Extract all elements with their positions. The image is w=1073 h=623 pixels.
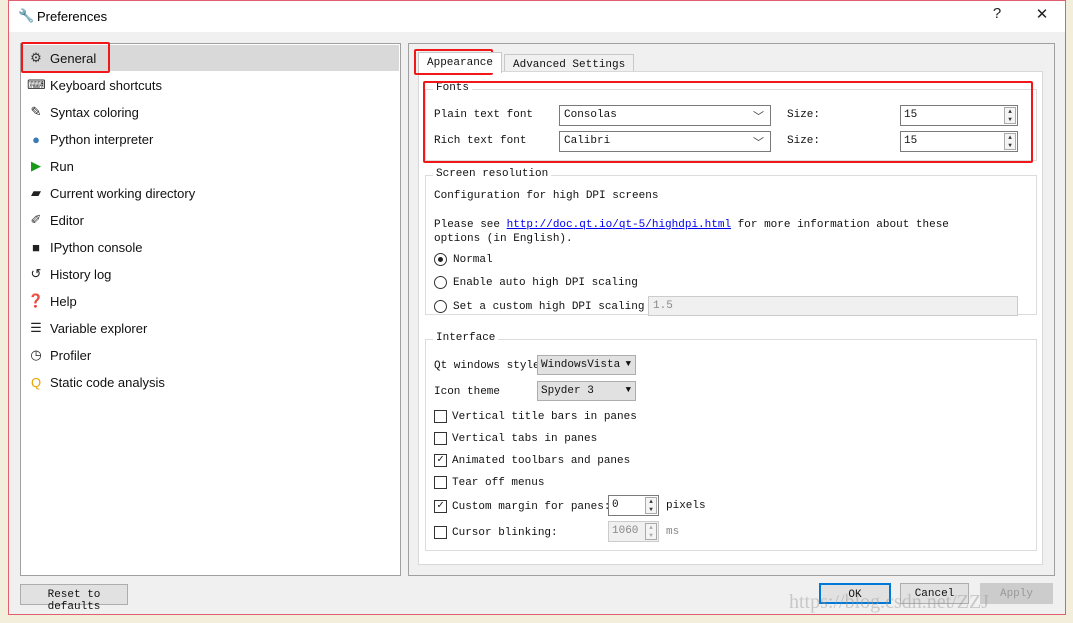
sidebar-item-label: Run bbox=[50, 158, 74, 174]
sidebar-item-run[interactable]: ▶ Run bbox=[22, 153, 399, 179]
folder-open-icon: ▰ bbox=[31, 185, 41, 200]
checkbox-animated-toolbars-and-panes[interactable]: ✓ bbox=[434, 454, 447, 467]
custom-dpi-input[interactable]: 1.5 bbox=[648, 296, 1018, 316]
qt-style-label: Qt windows style bbox=[434, 360, 540, 372]
help-icon: ❓ bbox=[27, 293, 45, 308]
sidebar-item-label: Variable explorer bbox=[50, 320, 148, 336]
radio-normal-label: Normal bbox=[453, 254, 493, 266]
sidebar-item-label: Keyboard shortcuts bbox=[50, 77, 163, 93]
sidebar-item-history-log[interactable]: ↺ History log bbox=[22, 261, 399, 287]
title-bar: 🔧 Preferences ? ✕ bbox=[9, 1, 1065, 32]
checkbox-label: Custom margin for panes: bbox=[452, 501, 611, 513]
apply-button[interactable]: Apply bbox=[980, 583, 1053, 604]
margin-value: 0 bbox=[612, 499, 619, 511]
sidebar-item-keyboard-shortcuts[interactable]: ⌨ Keyboard shortcuts bbox=[22, 72, 399, 98]
sidebar-item-ipython-console[interactable]: ■ IPython console bbox=[22, 234, 399, 260]
window-title: Preferences bbox=[37, 9, 108, 24]
screen-resolution-group: Screen resolution Configuration for high… bbox=[425, 168, 1037, 316]
checkbox-vertical-title-bars-in-panes[interactable] bbox=[434, 410, 447, 423]
sidebar-item-label: Current working directory bbox=[50, 185, 196, 201]
sidebar-item-static-code-analysis[interactable]: Q Static code analysis bbox=[22, 369, 399, 395]
sidebar: ⚙ General ⌨ Keyboard shortcuts ✎ Syntax color… bbox=[20, 43, 401, 576]
ipython-icon: ■ bbox=[32, 239, 40, 255]
help-button[interactable]: ? bbox=[982, 5, 1012, 22]
radio-auto-dpi-label: Enable auto high DPI scaling bbox=[453, 277, 638, 289]
sidebar-item-variable-explorer[interactable]: ☰ Variable explorer bbox=[22, 315, 399, 341]
sidebar-item-label: Help bbox=[50, 293, 77, 309]
dpi-info-text: Please see http://doc.qt.io/qt-5/highdpi… bbox=[434, 218, 994, 246]
checkbox-label: Tear off menus bbox=[452, 477, 545, 489]
sidebar-item-help[interactable]: ❓ Help bbox=[22, 288, 399, 314]
watermark: https://blog.csdn.net/ZZJ bbox=[789, 591, 989, 613]
sidebar-item-editor[interactable]: ✐ Editor bbox=[22, 207, 399, 233]
highlight-box bbox=[423, 81, 1033, 163]
play-icon: ▶ bbox=[31, 158, 41, 173]
blink-spinbox[interactable]: 1060 ▲ ▼ bbox=[608, 521, 659, 542]
sidebar-item-label: History log bbox=[50, 266, 112, 282]
code-analysis-icon: Q bbox=[30, 374, 42, 390]
icon-theme-combo[interactable]: Spyder 3 ▼ bbox=[537, 381, 636, 401]
checkbox-custom-margin-for-panes[interactable]: ✓ bbox=[434, 500, 447, 513]
sidebar-item-label: Editor bbox=[50, 212, 84, 228]
sidebar-item-python-interpreter[interactable]: ● Python interpreter bbox=[22, 126, 399, 152]
checkbox-label: Vertical tabs in panes bbox=[452, 433, 598, 445]
sidebar-item-label: Profiler bbox=[50, 347, 92, 363]
checkbox-tear-off-menus[interactable] bbox=[434, 476, 447, 489]
close-button[interactable]: ✕ bbox=[1027, 5, 1057, 23]
radio-custom-dpi-label: Set a custom high DPI scaling bbox=[453, 301, 645, 313]
margin-spinbox[interactable]: 0 ▲ ▼ bbox=[608, 495, 659, 516]
wrench-icon: 🔧 bbox=[18, 8, 35, 23]
dpi-config-text: Configuration for high DPI screens bbox=[434, 190, 659, 202]
sidebar-item-syntax-coloring[interactable]: ✎ Syntax coloring bbox=[22, 99, 399, 125]
reset-defaults-button[interactable]: Reset to defaults bbox=[20, 584, 128, 613]
caret-down-icon: ▼ bbox=[625, 359, 631, 369]
eyedropper-icon: ✎ bbox=[30, 104, 42, 119]
interface-group: Interface Qt windows style WindowsVista ▼… bbox=[425, 332, 1037, 551]
icon-theme-value: Spyder 3 bbox=[541, 385, 594, 397]
qt-style-combo[interactable]: WindowsVista ▼ bbox=[537, 355, 636, 375]
sidebar-item-label: Python interpreter bbox=[50, 131, 154, 147]
caret-down-icon: ▼ bbox=[625, 385, 631, 395]
blink-unit: ms bbox=[666, 526, 680, 538]
sidebar-item-profiler[interactable]: ◷ Profiler bbox=[22, 342, 399, 368]
sidebar-item-current-working-directory[interactable]: ▰ Current working directory bbox=[22, 180, 399, 206]
qt-style-value: WindowsVista bbox=[541, 359, 621, 371]
tab-appearance[interactable]: Appearance bbox=[418, 52, 503, 73]
keyboard-icon: ⌨ bbox=[27, 77, 46, 92]
sidebar-item-label: Static code analysis bbox=[50, 374, 165, 390]
info-prefix: Please see bbox=[434, 219, 507, 231]
edit-icon: ✐ bbox=[30, 212, 42, 227]
radio-custom-dpi[interactable] bbox=[434, 300, 447, 313]
checkbox-label: Vertical title bars in panes bbox=[452, 411, 637, 423]
checkbox-label: Animated toolbars and panes bbox=[452, 455, 631, 467]
blink-value: 1060 bbox=[612, 525, 639, 537]
history-icon: ↺ bbox=[30, 266, 42, 281]
list-icon: ☰ bbox=[30, 320, 42, 335]
checkbox-label: Cursor blinking: bbox=[452, 527, 558, 539]
python-icon: ● bbox=[32, 131, 40, 147]
highdpi-link[interactable]: http://doc.qt.io/qt-5/highdpi.html bbox=[507, 219, 731, 231]
spin-arrows-icon[interactable]: ▲ ▼ bbox=[645, 523, 657, 540]
margin-unit: pixels bbox=[666, 500, 706, 512]
preferences-dialog: 🔧 Preferences ? ✕ ⚙ General ⌨ Keyboard shor… bbox=[8, 0, 1066, 615]
icon-theme-label: Icon theme bbox=[434, 386, 501, 398]
spin-arrows-icon[interactable]: ▲ ▼ bbox=[645, 497, 657, 514]
checkbox-vertical-tabs-in-panes[interactable] bbox=[434, 432, 447, 445]
sidebar-item-label: Syntax coloring bbox=[50, 104, 139, 120]
sidebar-item-label: IPython console bbox=[50, 239, 143, 255]
radio-auto-dpi[interactable] bbox=[434, 276, 447, 289]
screen-group-title: Screen resolution bbox=[433, 168, 552, 180]
radio-normal[interactable] bbox=[434, 253, 447, 266]
interface-group-title: Interface bbox=[433, 332, 499, 344]
checkbox-cursor-blinking[interactable] bbox=[434, 526, 447, 539]
highlight-box bbox=[21, 42, 110, 73]
clock-icon: ◷ bbox=[30, 347, 42, 362]
